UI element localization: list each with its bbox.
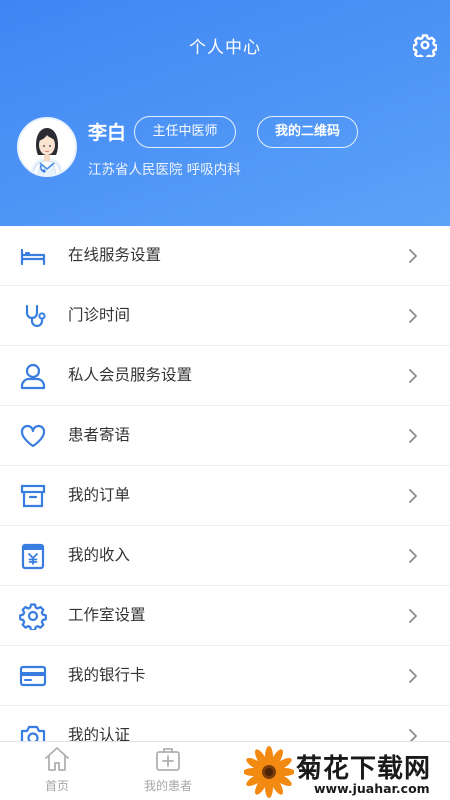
menu-item-my-orders[interactable]: 我的订单 [0, 466, 450, 526]
menu-item-label: 我的订单 [68, 486, 131, 504]
menu-item-label: 患者寄语 [68, 426, 131, 444]
gear-icon[interactable] [413, 33, 437, 57]
menu-item-patient-messages[interactable]: 患者寄语 [0, 406, 450, 466]
chevron-right-icon [409, 489, 417, 503]
hospital-department: 江苏省人民医院 呼吸内科 [88, 162, 241, 178]
watermark-url: www.juahar.com [314, 781, 430, 796]
menu-item-online-service[interactable]: 在线服务设置 [0, 226, 450, 286]
menu-item-label: 在线服务设置 [68, 246, 162, 264]
menu-item-my-income[interactable]: 我的收入 [0, 526, 450, 586]
archive-box-icon [20, 484, 46, 508]
watermark-text: 菊花下载网 [296, 754, 432, 784]
menu-item-bank-card[interactable]: 我的银行卡 [0, 646, 450, 706]
home-icon [45, 747, 69, 771]
doctor-avatar-icon[interactable] [17, 117, 77, 177]
medical-kit-icon [156, 748, 180, 771]
credit-card-icon [19, 665, 47, 687]
site-watermark: 菊花下载网 www.juahar.com [244, 744, 450, 800]
flower-logo [244, 746, 294, 798]
heart-icon [20, 424, 46, 448]
chevron-right-icon [409, 249, 417, 263]
menu-item-label: 私人会员服务设置 [68, 366, 193, 384]
user-icon [20, 363, 46, 390]
tab-label: 首页 [44, 779, 69, 793]
bed-icon [20, 248, 46, 266]
menu-item-label: 工作室设置 [68, 606, 146, 624]
doctor-name: 李白 [88, 122, 127, 144]
tab-home[interactable]: 首页 [2, 742, 112, 800]
menu-item-label: 我的银行卡 [68, 666, 146, 684]
yuan-calendar-icon [21, 543, 45, 570]
chevron-right-icon [409, 309, 417, 323]
page-title: 个人中心 [189, 38, 261, 58]
menu-item-label: 我的收入 [68, 546, 131, 564]
chevron-right-icon [409, 609, 417, 623]
chevron-right-icon [409, 429, 417, 443]
cog-icon [19, 603, 47, 630]
chevron-right-icon [409, 669, 417, 683]
menu-item-private-membership[interactable]: 私人会员服务设置 [0, 346, 450, 406]
profile-header: 个人中心 李白 主任中医师 我的二维码 江苏省人民医院 呼吸内科 [0, 0, 450, 226]
menu-list: 在线服务设置 门诊时间 私人会员服务设置 患者寄语 我的订单 我的收入 工作室设… [0, 226, 450, 766]
tab-my-patients[interactable]: 我的患者 [113, 742, 223, 800]
tab-label: 我的患者 [143, 779, 192, 793]
chevron-right-icon [409, 369, 417, 383]
qr-code-button[interactable]: 我的二维码 [257, 116, 358, 148]
stethoscope-icon [25, 304, 46, 328]
menu-item-clinic-hours[interactable]: 门诊时间 [0, 286, 450, 346]
chevron-right-icon [409, 549, 417, 563]
doctor-title-badge: 主任中医师 [134, 116, 236, 148]
menu-item-label: 门诊时间 [68, 306, 131, 324]
menu-item-studio-settings[interactable]: 工作室设置 [0, 586, 450, 646]
